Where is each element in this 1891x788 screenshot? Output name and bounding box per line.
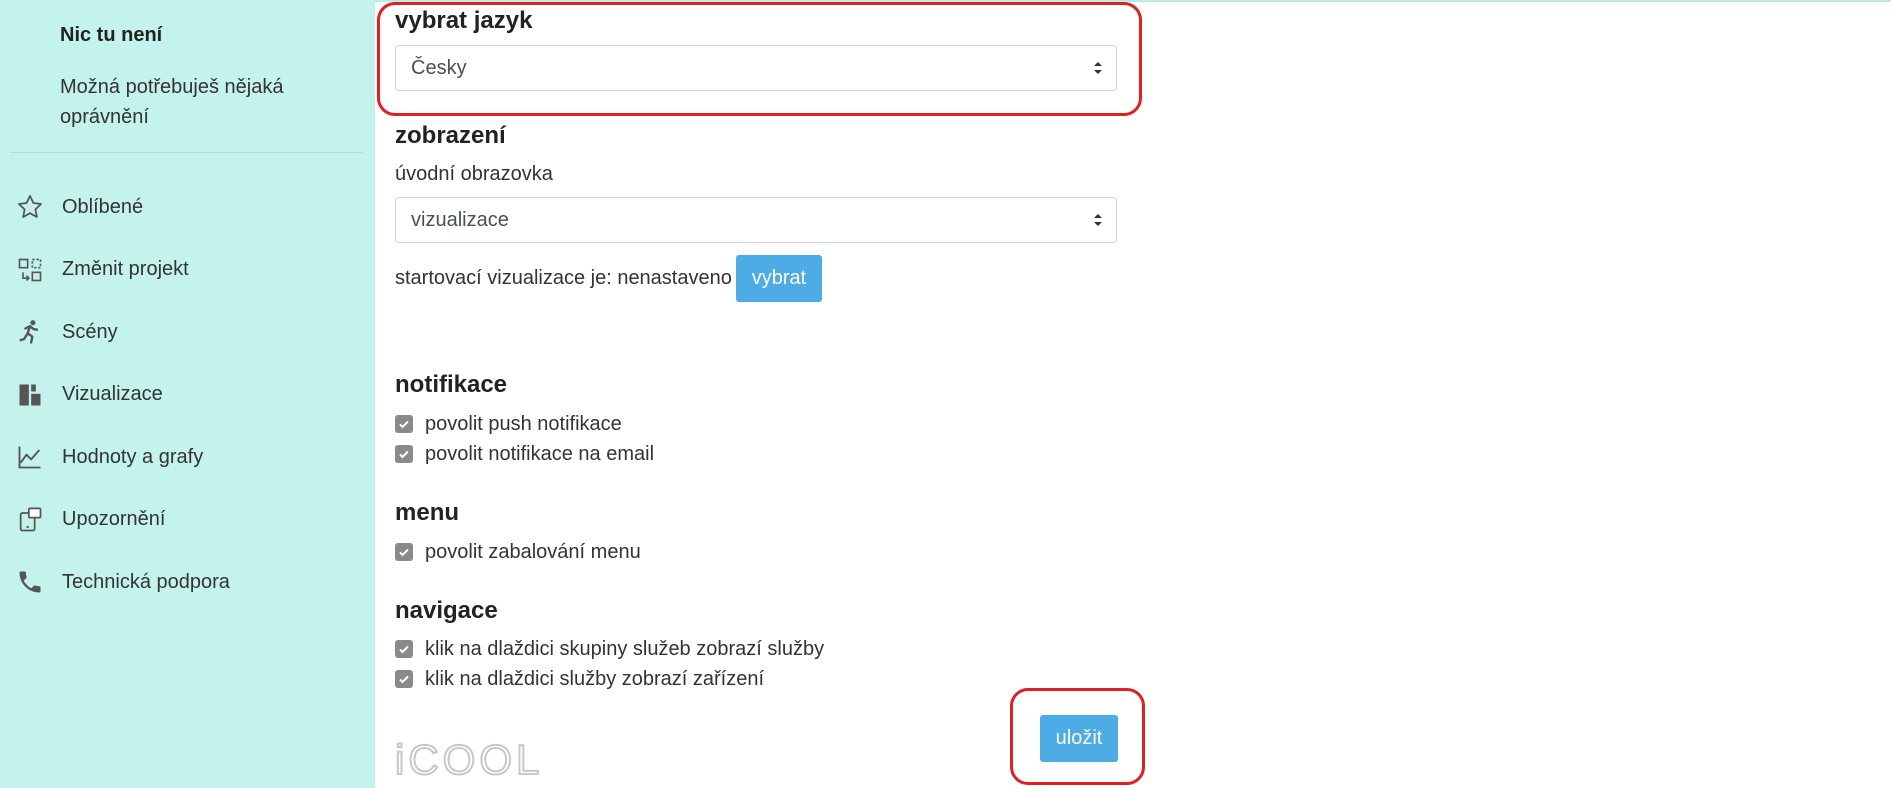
checkbox-label: povolit notifikace na email <box>425 442 655 465</box>
navigation-heading: navigace <box>395 597 498 624</box>
star-icon <box>16 193 44 221</box>
sidebar-divider <box>10 152 363 153</box>
start-screen-label: úvodní obrazovka <box>395 163 553 185</box>
checkmark-icon <box>399 675 409 684</box>
checkmark-icon <box>399 645 409 654</box>
save-highlight-box <box>1010 688 1145 785</box>
sidebar-subtitle: Možná potřebuješ nějaká oprávnění <box>60 76 284 128</box>
checkbox-row-collapse-menu[interactable]: povolit zabalování menu <box>395 537 641 567</box>
sidebar-item-support[interactable]: Technická podpora <box>0 551 375 614</box>
sidebar-item-values-graphs[interactable]: Hodnoty a grafy <box>0 426 375 489</box>
checkbox[interactable] <box>395 670 413 688</box>
checkbox-label: povolit zabalování menu <box>425 540 641 563</box>
sidebar-title: Nic tu není <box>60 24 163 46</box>
checkmark-icon <box>399 450 409 459</box>
sidebar-item-label: Oblíbené <box>62 195 144 218</box>
select-arrows-icon <box>1094 214 1102 226</box>
switch-project-icon <box>16 256 44 284</box>
checkmark-icon <box>399 420 409 429</box>
dashboard-blocks-icon <box>16 381 44 409</box>
sidebar-item-label: Vizualizace <box>62 383 163 406</box>
sidebar-item-change-project[interactable]: Změnit projekt <box>0 239 375 302</box>
sidebar-item-label: Scény <box>62 320 118 343</box>
notification-icon <box>16 506 44 534</box>
start-visualization-text: startovací vizualizace je: nenastaveno <box>395 267 732 289</box>
sidebar-item-scenes[interactable]: Scény <box>0 301 375 364</box>
checkbox-row-push[interactable]: povolit push notifikace <box>395 409 622 439</box>
checkbox-label: klik na dlaždici služby zobrazí zařízení <box>425 667 765 690</box>
choose-visualization-button[interactable]: vybrat <box>736 255 822 302</box>
sidebar-item-visualization[interactable]: Vizualizace <box>0 364 375 427</box>
checkbox-row-email[interactable]: povolit notifikace na email <box>395 439 654 469</box>
menu-heading: menu <box>395 499 460 526</box>
language-highlight-box <box>377 2 1142 116</box>
checkbox-label: povolit push notifikace <box>425 412 622 435</box>
checkmark-icon <box>399 548 409 557</box>
sidebar-item-favorites[interactable]: Oblíbené <box>0 176 375 239</box>
checkbox[interactable] <box>395 445 413 463</box>
checkbox[interactable] <box>395 640 413 658</box>
sidebar-item-label: Technická podpora <box>62 570 230 593</box>
sidebar-menu: Oblíbené Změnit projekt Scény Vizualizac… <box>0 176 375 614</box>
checkbox[interactable] <box>395 543 413 561</box>
sidebar: Nic tu není Možná potřebuješ nějaká oprá… <box>0 0 375 788</box>
start-screen-select[interactable]: vizualizace <box>395 197 1117 243</box>
sidebar-item-label: Upozornění <box>62 508 166 531</box>
logo-text: iCOOL <box>395 740 543 780</box>
start-screen-select-value: vizualizace <box>411 209 509 231</box>
notifications-heading: notifikace <box>395 371 508 398</box>
sidebar-item-label: Změnit projekt <box>62 258 189 281</box>
phone-icon <box>16 568 44 596</box>
checkbox-row-service-tiles[interactable]: klik na dlaždici služby zobrazí zařízení <box>395 664 764 694</box>
display-heading: zobrazení <box>395 122 506 149</box>
line-chart-icon <box>16 443 44 471</box>
sidebar-item-label: Hodnoty a grafy <box>62 445 204 468</box>
checkbox[interactable] <box>395 415 413 433</box>
checkbox-label: klik na dlaždici skupiny služeb zobrazí … <box>425 637 825 660</box>
icool-logo: iCOOL <box>395 740 543 780</box>
checkbox-row-group-tiles[interactable]: klik na dlaždici skupiny služeb zobrazí … <box>395 634 824 664</box>
sidebar-item-alerts[interactable]: Upozornění <box>0 489 375 552</box>
running-figure-icon <box>16 318 44 346</box>
